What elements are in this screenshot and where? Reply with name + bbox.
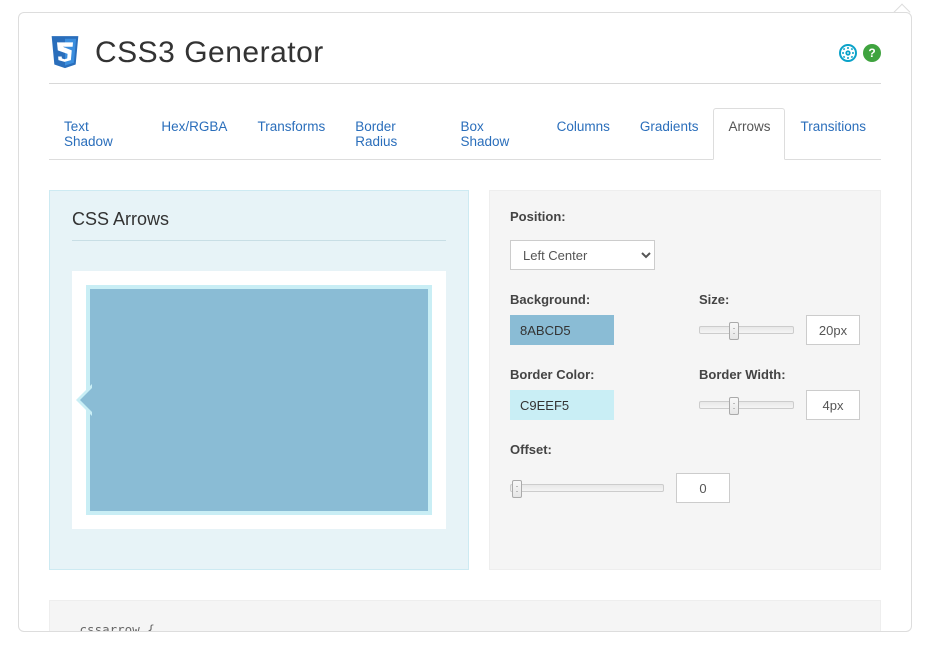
preview-pane: CSS Arrows (49, 190, 469, 570)
css3-logo-icon (49, 35, 81, 71)
tab-box-shadow[interactable]: Box Shadow (446, 108, 542, 160)
gear-icon[interactable] (839, 44, 857, 62)
size-slider-thumb[interactable] (729, 322, 739, 340)
offset-label: Offset: (510, 442, 860, 457)
controls-panel: Position: Left Center Background: 8ABCD5… (489, 190, 881, 570)
offset-value[interactable]: 0 (676, 473, 730, 503)
code-output: .cssarrow { position: relative; (49, 600, 881, 632)
preview-stage (72, 271, 446, 529)
tab-border-radius[interactable]: Border Radius (340, 108, 445, 160)
border-width-slider-thumb[interactable] (729, 397, 739, 415)
size-slider[interactable] (699, 326, 794, 334)
panel: CSS3 Generator ? Text Shadow Hex/RGBA Tr… (18, 12, 912, 632)
offset-slider-thumb[interactable] (512, 480, 522, 498)
preview-title: CSS Arrows (72, 209, 446, 241)
size-value[interactable]: 20px (806, 315, 860, 345)
code-line: .cssarrow { (72, 619, 858, 632)
page-title: CSS3 Generator (95, 36, 839, 70)
header: CSS3 Generator ? (49, 35, 881, 84)
position-select[interactable]: Left Center (510, 240, 655, 270)
tab-text-shadow[interactable]: Text Shadow (49, 108, 146, 160)
help-icon[interactable]: ? (863, 44, 881, 62)
offset-slider[interactable] (510, 484, 664, 492)
size-label: Size: (699, 292, 860, 307)
border-width-label: Border Width: (699, 367, 860, 382)
tab-transitions[interactable]: Transitions (785, 108, 881, 160)
position-label: Position: (510, 209, 860, 224)
border-width-value[interactable]: 4px (806, 390, 860, 420)
border-color-swatch[interactable]: C9EEF5 (510, 390, 614, 420)
tabs: Text Shadow Hex/RGBA Transforms Border R… (49, 108, 881, 160)
background-label: Background: (510, 292, 671, 307)
tab-transforms[interactable]: Transforms (242, 108, 340, 160)
tab-columns[interactable]: Columns (542, 108, 625, 160)
tab-hex-rgba[interactable]: Hex/RGBA (146, 108, 242, 160)
background-swatch[interactable]: 8ABCD5 (510, 315, 614, 345)
tab-arrows[interactable]: Arrows (713, 108, 785, 160)
border-color-label: Border Color: (510, 367, 671, 382)
arrow-tip-fill (80, 388, 92, 412)
border-width-slider[interactable] (699, 401, 794, 409)
arrow-preview-box (86, 285, 432, 515)
tab-gradients[interactable]: Gradients (625, 108, 714, 160)
